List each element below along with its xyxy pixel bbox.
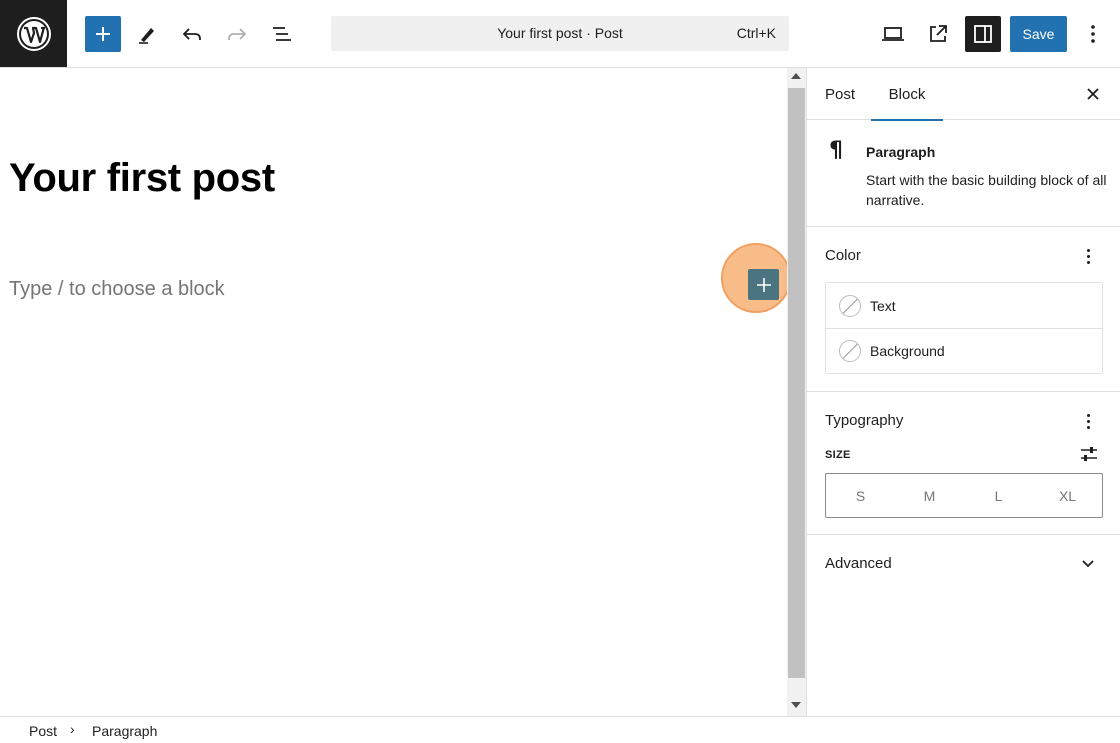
add-block-button[interactable] <box>748 269 779 300</box>
color-panel-title: Color <box>825 247 861 264</box>
settings-sliders-icon <box>1081 447 1097 461</box>
settings-sidebar: Post Block ¶ Paragraph Start with the ba… <box>806 68 1120 716</box>
paragraph-placeholder[interactable]: Type / to choose a block <box>9 278 225 301</box>
document-overview-button[interactable] <box>264 16 300 52</box>
sidebar-tabs: Post Block <box>807 68 1120 121</box>
desktop-preview-icon <box>882 27 904 41</box>
wordpress-icon <box>16 16 51 51</box>
block-inserter-button[interactable] <box>85 16 121 52</box>
tab-block[interactable]: Block <box>871 68 943 121</box>
wordpress-logo[interactable] <box>0 0 67 67</box>
more-vertical-icon <box>1091 25 1095 43</box>
plus-icon <box>96 27 110 41</box>
plus-icon <box>756 277 771 292</box>
chevron-down-icon <box>1082 560 1094 568</box>
size-option-l[interactable]: L <box>964 474 1033 517</box>
advanced-panel[interactable]: Advanced <box>807 535 1120 593</box>
typography-options-button[interactable] <box>1079 410 1097 432</box>
color-item-label: Text <box>870 297 896 314</box>
size-label: SIZE <box>825 449 851 461</box>
block-name: Paragraph <box>866 144 936 160</box>
close-icon <box>1087 88 1099 100</box>
sidebar-icon <box>974 25 992 43</box>
preview-button[interactable] <box>875 16 911 52</box>
tab-post[interactable]: Post <box>825 68 855 120</box>
color-panel: Color Text Background <box>807 227 1120 392</box>
font-size-toggle-group: S M L XL <box>825 473 1103 518</box>
redo-button[interactable] <box>219 16 255 52</box>
color-options-button[interactable] <box>1079 245 1097 267</box>
editor-header: Your first post · Post Ctrl+K Save <box>0 0 1120 68</box>
external-link-icon <box>930 25 947 42</box>
command-palette-bar[interactable]: Your first post · Post Ctrl+K <box>331 16 789 51</box>
close-sidebar-button[interactable] <box>1082 83 1104 105</box>
color-item-label: Background <box>870 343 945 359</box>
scroll-thumb[interactable] <box>788 88 805 678</box>
editor-canvas[interactable]: Your first post Type / to choose a block <box>0 68 791 716</box>
list-view-icon <box>273 27 291 41</box>
document-title: Your first post · Post <box>497 25 623 41</box>
empty-swatch-icon <box>839 294 861 317</box>
view-post-button[interactable] <box>920 16 956 52</box>
color-list: Text Background <box>825 282 1103 374</box>
breadcrumb-paragraph: Paragraph <box>92 723 158 739</box>
block-description: Start with the basic building block of a… <box>866 172 1107 208</box>
post-title[interactable]: Your first post <box>9 156 275 201</box>
scroll-down-arrow[interactable] <box>791 702 801 708</box>
size-option-s[interactable]: S <box>826 474 895 517</box>
scroll-up-arrow[interactable] <box>791 73 801 79</box>
size-option-m[interactable]: M <box>895 474 964 517</box>
advanced-panel-title[interactable]: Advanced <box>825 555 892 572</box>
save-button[interactable]: Save <box>1010 16 1067 52</box>
empty-swatch-icon <box>839 340 861 362</box>
breadcrumb-post[interactable]: Post <box>29 723 57 739</box>
size-option-xl[interactable]: XL <box>1033 474 1102 517</box>
undo-icon <box>182 28 201 40</box>
chevron-right-icon: › <box>70 721 75 737</box>
block-card: ¶ Paragraph Start with the basic buildin… <box>807 120 1120 227</box>
tools-button[interactable] <box>129 16 165 52</box>
paragraph-icon: ¶ <box>829 138 843 163</box>
color-item-text[interactable]: Text <box>826 283 1102 328</box>
pencil-icon <box>139 28 154 44</box>
custom-size-button[interactable] <box>1079 444 1099 464</box>
settings-sidebar-toggle[interactable] <box>965 16 1001 52</box>
redo-icon <box>228 28 247 40</box>
block-breadcrumb: Post › Paragraph <box>0 716 1120 743</box>
color-item-background[interactable]: Background <box>826 328 1102 373</box>
canvas-scrollbar[interactable] <box>787 68 806 716</box>
keyboard-shortcut: Ctrl+K <box>736 25 776 41</box>
typography-panel: Typography SIZE S M L XL <box>807 392 1120 535</box>
undo-button[interactable] <box>174 16 210 52</box>
typography-panel-title: Typography <box>825 412 904 429</box>
options-button[interactable] <box>1075 16 1111 52</box>
